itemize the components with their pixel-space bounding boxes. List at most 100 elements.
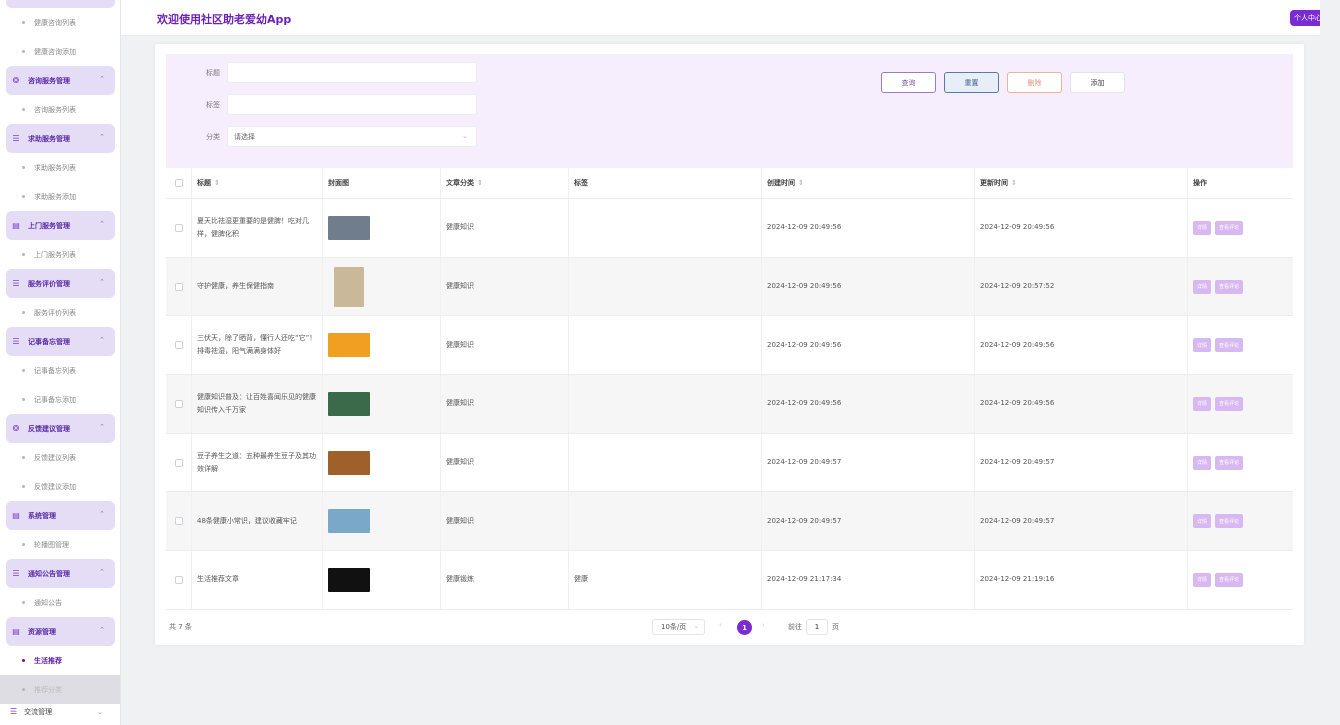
page-suffix-label: 页: [832, 623, 839, 631]
delete-button[interactable]: 删除: [1007, 72, 1062, 93]
detail-button[interactable]: 详情: [1193, 455, 1212, 470]
header-updated[interactable]: 更新时间 ⇕: [975, 168, 1188, 198]
detail-button[interactable]: 详情: [1193, 279, 1212, 294]
sidebar-item-label: 反馈建议添加: [34, 482, 76, 491]
row-select-cell: [166, 492, 192, 551]
sidebar-group[interactable]: ☰ 求助服务管理 ⌃: [6, 124, 115, 153]
cell-actions: 详情 查看评论: [1188, 199, 1293, 257]
sidebar-item-label: 服务评价列表: [34, 308, 76, 317]
view-comments-button[interactable]: 查看评论: [1215, 279, 1244, 294]
sidebar-item[interactable]: 记事备忘添加: [0, 385, 120, 414]
view-comments-button[interactable]: 查看评论: [1215, 572, 1244, 587]
detail-button[interactable]: 详情: [1193, 572, 1212, 587]
sidebar-item[interactable]: 健康咨询列表: [0, 8, 120, 37]
cell-tag: [569, 375, 762, 433]
chevron-up-icon: ⌃: [99, 423, 105, 431]
sidebar-group-label: 通知公告管理: [28, 569, 70, 578]
detail-button[interactable]: 详情: [1193, 514, 1212, 529]
view-comments-button[interactable]: 查看评论: [1215, 396, 1244, 411]
cell-tag: [569, 257, 762, 316]
sidebar-group[interactable]: ☰ 记事备忘管理 ⌃: [6, 327, 115, 356]
query-button[interactable]: 查询: [881, 72, 936, 93]
cell-category: 健康知识: [441, 257, 569, 316]
sidebar-item[interactable]: 轮播图管理: [0, 530, 120, 559]
sidebar-item[interactable]: 通知公告: [0, 588, 120, 617]
view-comments-button[interactable]: 查看评论: [1215, 514, 1244, 529]
goto-page-input[interactable]: 1: [806, 619, 828, 635]
sidebar-item[interactable]: 咨询服务列表: [0, 95, 120, 124]
row-checkbox[interactable]: [174, 458, 183, 467]
sidebar-item[interactable]: 反馈建议添加: [0, 472, 120, 501]
sidebar-item[interactable]: 服务评价列表: [0, 298, 120, 327]
chevron-up-icon: ⌃: [99, 510, 105, 518]
title-filter-input[interactable]: [227, 62, 477, 83]
sidebar-group-partial[interactable]: [6, 0, 115, 8]
sidebar-group-communication[interactable]: ☰ 交流管理 ⌄: [0, 698, 120, 725]
page-size-value: 10条/页: [661, 623, 687, 631]
sidebar-group-label: 服务评价管理: [28, 279, 70, 288]
row-checkbox[interactable]: [174, 575, 183, 584]
view-comments-button[interactable]: 查看评论: [1215, 455, 1244, 470]
chevron-up-icon: ⌃: [99, 336, 105, 344]
sidebar-item[interactable]: 求助服务添加: [0, 182, 120, 211]
table-row: 健康知识普及：让百姓喜闻乐见的健康知识传入千万家 健康知识 2024-12-09…: [166, 375, 1293, 434]
sidebar-item[interactable]: 健康咨询添加: [0, 37, 120, 66]
row-checkbox[interactable]: [174, 517, 183, 526]
row-checkbox[interactable]: [174, 399, 183, 408]
sidebar-group-label: 上门服务管理: [28, 221, 70, 230]
row-checkbox[interactable]: [174, 282, 183, 291]
category-select[interactable]: 请选择 ⌄: [227, 126, 477, 147]
cell-created: 2024-12-09 20:49:56: [762, 257, 975, 316]
select-all-checkbox[interactable]: [174, 179, 183, 187]
right-gutter: [1320, 0, 1340, 725]
sidebar-group[interactable]: ▤ 上门服务管理 ⌃: [6, 211, 115, 240]
prev-page-icon[interactable]: ‹: [719, 621, 722, 629]
sidebar-item[interactable]: 反馈建议列表: [0, 443, 120, 472]
header-title[interactable]: 标题 ⇕: [192, 168, 323, 198]
sidebar-item-label: 上门服务列表: [34, 250, 76, 259]
sidebar-group[interactable]: ▤ 资源管理 ⌃: [6, 617, 115, 646]
page-number-current[interactable]: 1: [737, 620, 752, 635]
sidebar-group-label: 交流管理: [24, 707, 53, 716]
page-size-select[interactable]: 10条/页 ⌄: [652, 619, 705, 635]
cover-image: [328, 391, 370, 416]
header-label: 创建时间: [767, 179, 795, 187]
sidebar-item[interactable]: 记事备忘列表: [0, 356, 120, 385]
cell-category: 健康知识: [441, 492, 569, 551]
filter-panel: 标题 标签 分类 请选择 ⌄ 查询 重置 删除 添加: [166, 54, 1293, 168]
sidebar-group[interactable]: ☰ 通知公告管理 ⌃: [6, 559, 115, 588]
sidebar-item-label: 健康咨询添加: [34, 47, 76, 56]
cell-actions: 详情 查看评论: [1188, 375, 1293, 433]
chevron-up-icon: ⌃: [99, 220, 105, 228]
detail-button[interactable]: 详情: [1193, 220, 1212, 235]
detail-button[interactable]: 详情: [1193, 396, 1212, 411]
sidebar-group[interactable]: ▤ 系统管理 ⌃: [6, 501, 115, 530]
sidebar-group[interactable]: ❂ 反馈建议管理 ⌃: [6, 414, 115, 443]
header-category[interactable]: 文章分类 ⇕: [441, 168, 569, 198]
header-created[interactable]: 创建时间 ⇕: [762, 168, 975, 198]
reset-button[interactable]: 重置: [944, 72, 999, 93]
sidebar-group[interactable]: ☰ 服务评价管理 ⌃: [6, 269, 115, 298]
view-comments-button[interactable]: 查看评论: [1215, 338, 1244, 353]
sidebar-item[interactable]: 生活推荐: [0, 646, 120, 675]
category-select-placeholder: 请选择: [234, 132, 255, 141]
add-button[interactable]: 添加: [1070, 72, 1125, 93]
chevron-down-icon: ⌄: [693, 623, 699, 630]
cell-title: 守护健康，养生保健指南: [192, 257, 323, 316]
list-icon: ☰: [12, 279, 20, 288]
row-checkbox[interactable]: [174, 341, 183, 350]
sidebar-group[interactable]: ❂ 咨询服务管理 ⌃: [6, 66, 115, 95]
header-label: 标签: [574, 179, 588, 187]
cover-image: [328, 215, 370, 240]
cell-category: 健康锻炼: [441, 551, 569, 609]
sidebar-item[interactable]: 上门服务列表: [0, 240, 120, 269]
cell-tag: [569, 199, 762, 257]
next-page-icon[interactable]: ›: [762, 621, 765, 629]
cell-created: 2024-12-09 21:17:34: [762, 551, 975, 609]
cell-created: 2024-12-09 20:49:56: [762, 199, 975, 257]
tag-filter-input[interactable]: [227, 94, 477, 115]
view-comments-button[interactable]: 查看评论: [1215, 220, 1244, 235]
detail-button[interactable]: 详情: [1193, 338, 1212, 353]
row-checkbox[interactable]: [174, 223, 183, 232]
sidebar-item[interactable]: 求助服务列表: [0, 153, 120, 182]
